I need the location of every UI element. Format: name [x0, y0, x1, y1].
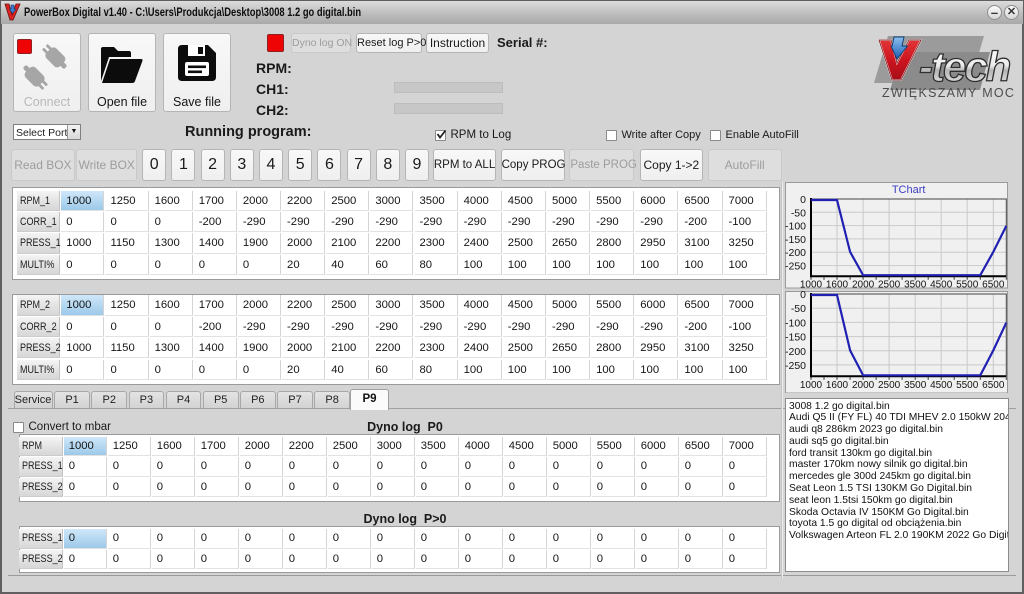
- svg-text:2500: 2500: [878, 280, 901, 289]
- svg-text:3500: 3500: [904, 280, 927, 289]
- svg-text:-250: -250: [785, 261, 806, 273]
- svg-text:-200: -200: [785, 345, 806, 357]
- svg-text:2000: 2000: [852, 280, 875, 289]
- svg-text:TChart: TChart: [892, 184, 926, 196]
- svg-text:1600: 1600: [826, 280, 849, 289]
- svg-text:5500: 5500: [956, 280, 979, 289]
- svg-text:6500: 6500: [982, 280, 1005, 289]
- svg-text:4500: 4500: [930, 379, 953, 390]
- svg-text:2500: 2500: [878, 379, 901, 390]
- svg-text:3500: 3500: [904, 379, 927, 390]
- svg-text:0: 0: [800, 194, 806, 206]
- svg-text:-150: -150: [785, 234, 806, 246]
- svg-text:-150: -150: [785, 331, 806, 343]
- svg-text:-250: -250: [785, 359, 806, 371]
- svg-text:-50: -50: [791, 303, 806, 315]
- svg-text:4500: 4500: [930, 280, 953, 289]
- svg-text:1600: 1600: [826, 379, 849, 390]
- svg-text:1000: 1000: [800, 280, 823, 289]
- svg-text:-tech: -tech: [919, 43, 1010, 90]
- svg-text:0: 0: [800, 291, 806, 301]
- svg-text:6500: 6500: [982, 379, 1005, 390]
- svg-text:2000: 2000: [852, 379, 875, 390]
- svg-text:-200: -200: [785, 247, 806, 259]
- svg-text:-50: -50: [791, 207, 806, 219]
- svg-text:1000: 1000: [800, 379, 823, 390]
- svg-text:5500: 5500: [956, 379, 979, 390]
- svg-text:-100: -100: [785, 221, 806, 233]
- svg-text:-100: -100: [785, 317, 806, 329]
